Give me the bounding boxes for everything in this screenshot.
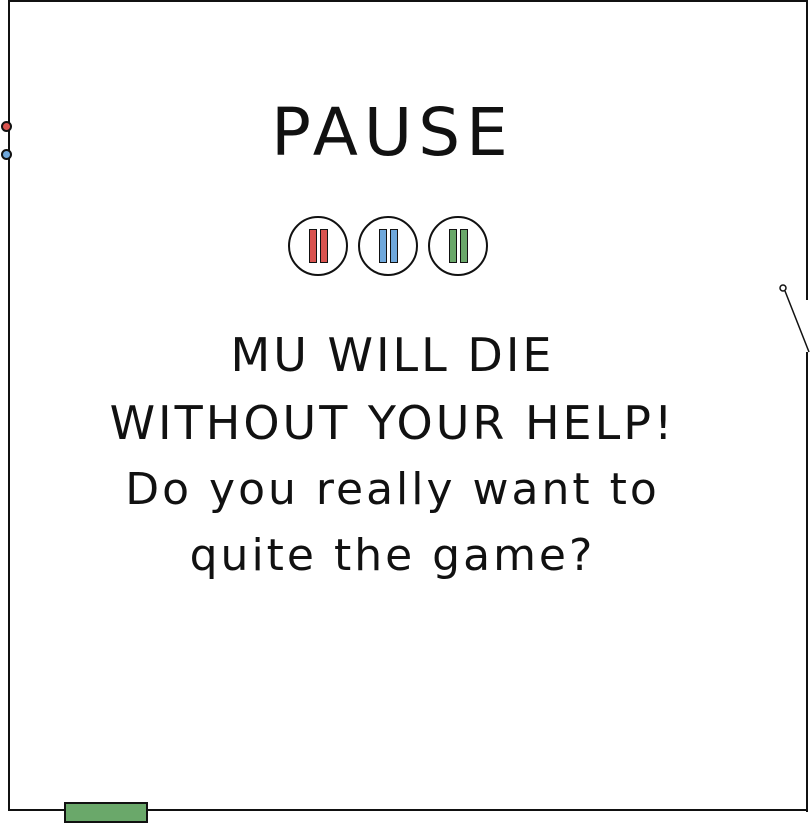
question-line-1: Do you really want to [125, 464, 660, 515]
red-pause-button[interactable] [288, 216, 348, 276]
pause-bar [459, 229, 468, 263]
frame-right-wall-top [806, 0, 808, 300]
pause-title: PAUSE [271, 94, 514, 171]
question-line-2: quite the game? [189, 530, 596, 581]
frame-right-wall-bottom [806, 352, 808, 812]
pause-button-row [288, 216, 488, 276]
pause-bar [319, 229, 328, 263]
warning-line-2: WITHOUT YOUR HELP! [109, 396, 676, 450]
pause-bar [389, 229, 398, 263]
green-pause-button[interactable] [428, 216, 488, 276]
pause-bar [378, 229, 387, 263]
green-platform [64, 802, 148, 823]
blue-pause-button[interactable] [358, 216, 418, 276]
pause-bar [448, 229, 457, 263]
warning-line-1: MU WILL DIE [230, 328, 555, 382]
pause-bar [308, 229, 317, 263]
